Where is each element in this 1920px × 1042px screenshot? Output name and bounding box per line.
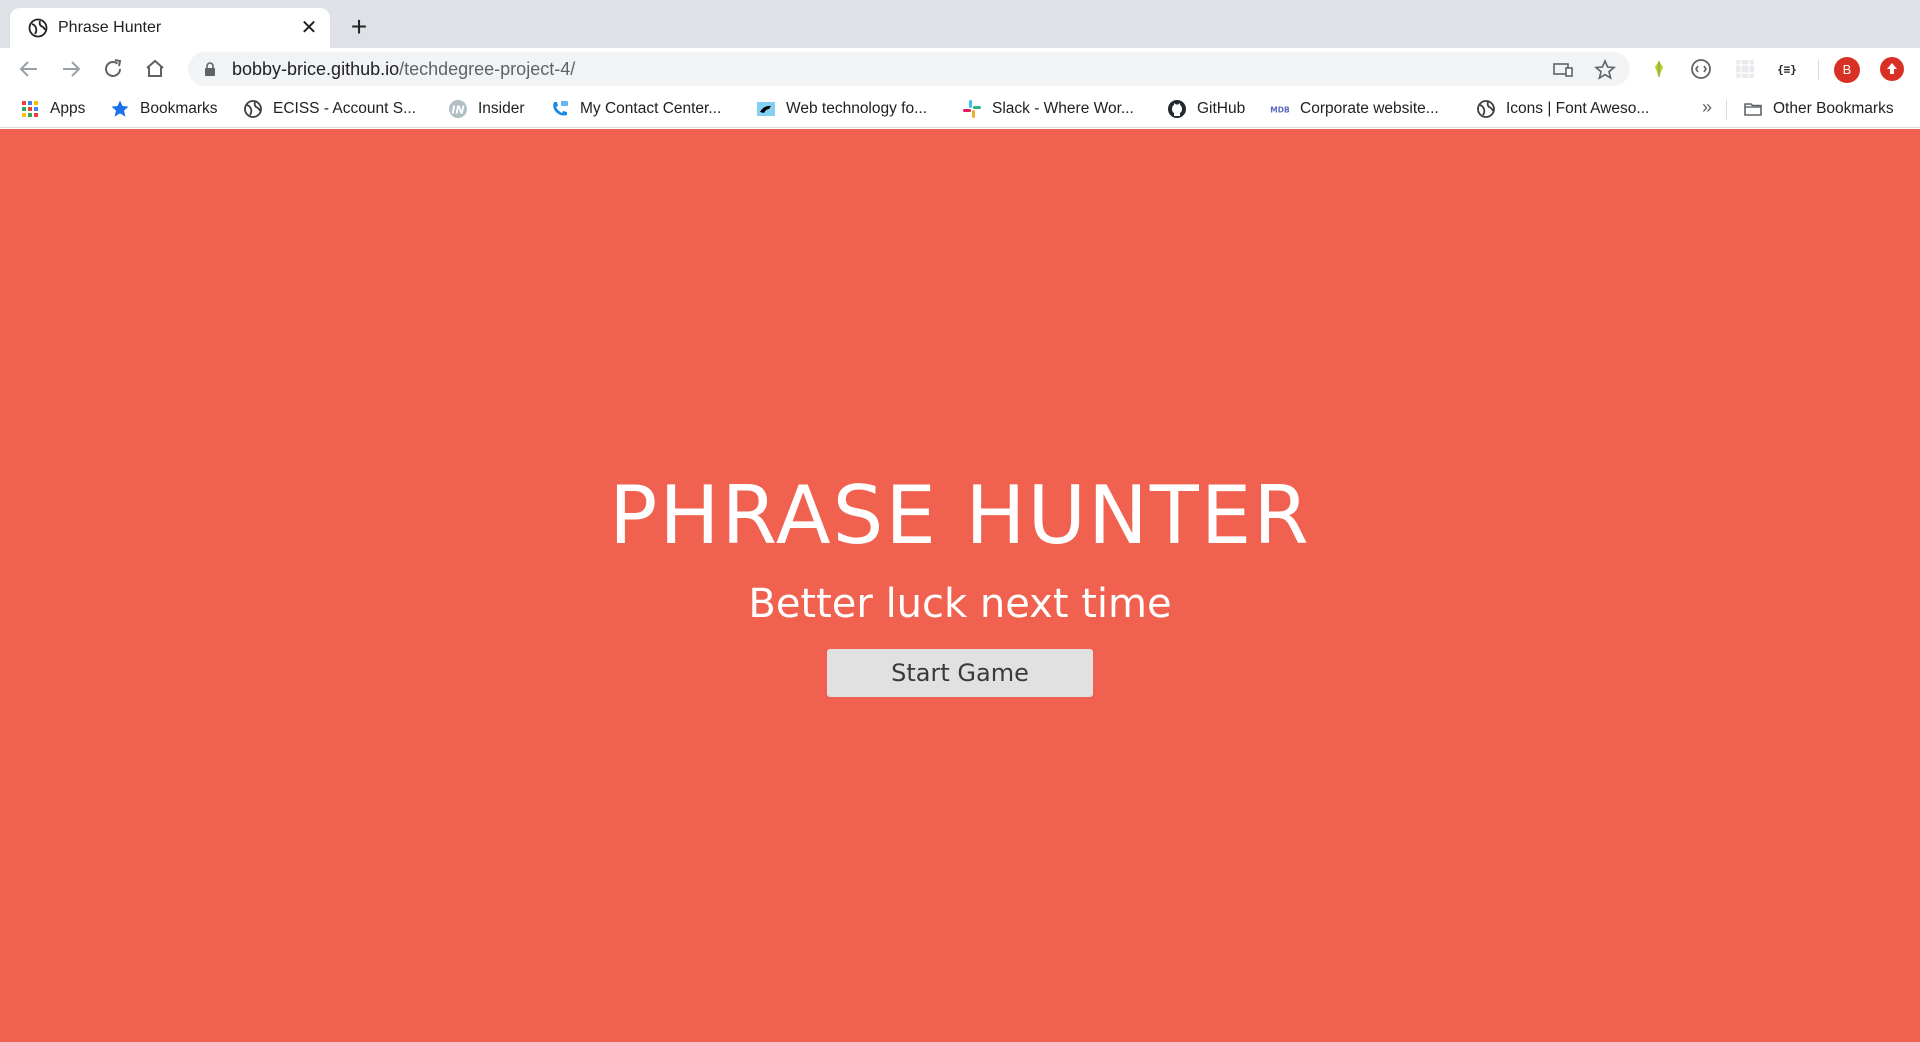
extension-feather-icon[interactable] [1648,58,1670,80]
apps-grid-icon [22,101,38,117]
bookmarks-overflow-chevron-icon[interactable]: » [1702,97,1712,118]
url-host: bobby-brice.github.io [232,59,400,79]
address-bar[interactable]: bobby-brice.github.io/techdegree-project… [188,52,1630,86]
bookmark-label: Slack - Where Wor... [992,100,1134,117]
extension-grid-icon[interactable] [1734,58,1756,80]
browser-toolbar: bobby-brice.github.io/techdegree-project… [0,48,1920,90]
reload-icon[interactable] [100,56,126,82]
insider-logo-icon: IN [449,100,467,118]
bookmark-corporate[interactable]: MDB Corporate website... [1270,96,1439,122]
tab-strip: Phrase Hunter ✕ + [0,0,1920,48]
mdn-icon [757,102,775,116]
bookmark-label: Corporate website... [1300,100,1439,117]
other-bookmarks[interactable]: Other Bookmarks [1743,96,1894,122]
tab-close-icon[interactable]: ✕ [298,17,320,39]
bookmark-label: Apps [50,100,86,117]
browser-tab[interactable]: Phrase Hunter ✕ [10,8,330,48]
other-bookmarks-label: Other Bookmarks [1773,100,1894,117]
bookmark-apps[interactable]: Apps [20,96,85,122]
bookmark-slack[interactable]: Slack - Where Wor... [962,96,1134,122]
svg-text:IN: IN [451,104,464,117]
globe-icon [1477,100,1495,118]
bookmark-star-icon[interactable] [1594,59,1616,81]
url-path: /techdegree-project-4/ [399,59,576,79]
bookmark-bookmarks[interactable]: Bookmarks [110,96,218,122]
svg-text:MDB: MDB [1270,105,1290,114]
bookmark-label: My Contact Center... [580,100,722,117]
mdb-icon: MDB [1270,105,1290,114]
phone-icon [553,101,568,116]
lock-icon [205,62,215,76]
profile-avatar[interactable]: B [1834,57,1860,83]
back-arrow-icon[interactable] [16,56,42,82]
update-arrow-icon[interactable] [1880,57,1904,81]
game-title: PHRASE HUNTER [609,469,1311,562]
bookmark-eciss[interactable]: ECISS - Account S... [243,96,416,122]
slack-icon [963,100,981,118]
cast-devices-icon[interactable] [1552,59,1574,81]
svg-text:{≡}: {≡} [1777,63,1797,76]
bookmark-font-awesome[interactable]: Icons | Font Aweso... [1476,96,1649,122]
folder-icon [1744,103,1762,116]
bookmark-label: Bookmarks [140,100,218,117]
extension-json-icon[interactable]: {≡} [1776,58,1798,80]
bookmark-contact-center[interactable]: My Contact Center... [550,96,721,122]
globe-icon [244,100,262,118]
bookmark-label: Icons | Font Aweso... [1506,100,1650,117]
bookmark-github[interactable]: GitHub [1167,96,1245,122]
bookmark-label: Insider [478,100,525,117]
github-icon [1168,100,1186,118]
toolbar-separator [1818,60,1819,80]
game-over-message: Better luck next time [748,581,1172,627]
game-overlay: PHRASE HUNTER Better luck next time Star… [0,129,1920,1042]
forward-arrow-icon[interactable] [58,56,84,82]
bookmarks-bar: Apps Bookmarks ECISS - Account S... IN I… [0,90,1920,128]
bookmark-insider[interactable]: IN Insider [448,96,525,122]
url-text: bobby-brice.github.io/techdegree-project… [232,59,575,79]
bookmark-label: Web technology fo... [786,100,928,117]
start-game-button[interactable]: Start Game [827,649,1093,697]
bookmarks-separator [1726,100,1727,120]
new-tab-button[interactable]: + [346,13,372,41]
home-icon[interactable] [142,56,168,82]
bookmark-label: ECISS - Account S... [273,100,417,117]
extension-circle-icon[interactable] [1690,58,1712,80]
globe-icon [28,18,48,38]
star-icon [111,100,129,117]
tab-title: Phrase Hunter [58,19,162,36]
bookmark-label: GitHub [1197,100,1246,117]
bookmark-mdn[interactable]: Web technology fo... [756,96,927,122]
